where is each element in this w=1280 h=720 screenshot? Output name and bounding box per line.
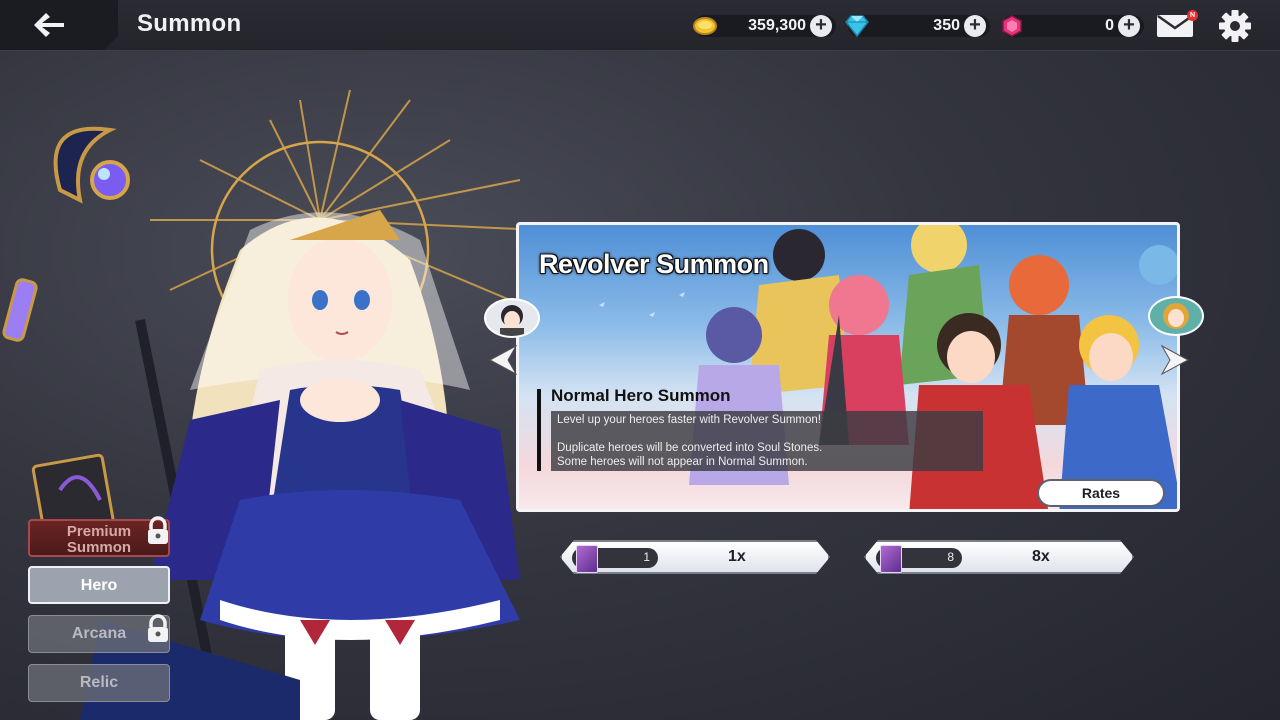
page-title: Summon [137,10,242,37]
lock-icon [148,614,168,642]
diamond-amount: 350 [933,17,960,34]
description-accent-bar [537,389,541,471]
summon-count-label: 1x [728,548,746,565]
chevron-right-icon[interactable] [1160,342,1192,378]
description-line-1: Level up your heroes faster with Revolve… [557,414,821,426]
add-diamond-button[interactable]: + [964,15,986,37]
summon-8x-button[interactable]: 8 8x [864,540,1134,574]
diamond-currency: 350 + [845,14,990,38]
lock-icon [148,516,168,544]
summon-ticket-icon [880,545,902,573]
banner-title: Revolver Summon [539,249,769,279]
next-banner-thumbnail[interactable] [1148,296,1204,336]
back-button[interactable] [0,0,118,50]
summon-cost-pill: 1 [572,548,658,568]
summon-cost: 8 [947,550,954,564]
gem-currency: 0 + [1002,14,1144,38]
back-arrow-icon [34,13,64,37]
banner-description: Level up your heroes faster with Revolve… [551,411,983,471]
diamond-icon [845,15,869,38]
summon-ticket-icon [576,545,598,573]
gem-icon [1002,15,1022,37]
description-line-3: Some heroes will not appear in Normal Su… [557,456,808,468]
gem-amount: 0 [1105,17,1114,34]
mail-badge: N [1187,10,1198,21]
gold-currency: 359,300 + [693,14,836,38]
summon-count-label: 8x [1032,548,1050,565]
summon-banner[interactable]: Revolver Summon Normal Hero Summon Level… [516,222,1180,512]
gold-coin-icon [693,17,717,35]
add-gold-button[interactable]: + [810,15,832,37]
gear-icon[interactable] [1216,9,1254,43]
previous-banner-thumbnail[interactable] [484,298,540,338]
add-gem-button[interactable]: + [1118,15,1140,37]
summon-cost: 1 [643,550,650,564]
tab-hero[interactable]: Hero [28,566,170,604]
tab-relic[interactable]: Relic [28,664,170,702]
banner-subtitle: Normal Hero Summon [551,386,731,405]
rates-button[interactable]: Rates [1037,479,1165,507]
description-line-2: Duplicate heroes will be converted into … [557,442,823,454]
chevron-left-icon[interactable] [486,342,518,378]
gold-amount: 359,300 [748,17,806,34]
top-bar: Summon 359,300 + 350 + 0 + N [0,0,1280,51]
summon-cost-pill: 8 [876,548,962,568]
summon-1x-button[interactable]: 1 1x [560,540,830,574]
